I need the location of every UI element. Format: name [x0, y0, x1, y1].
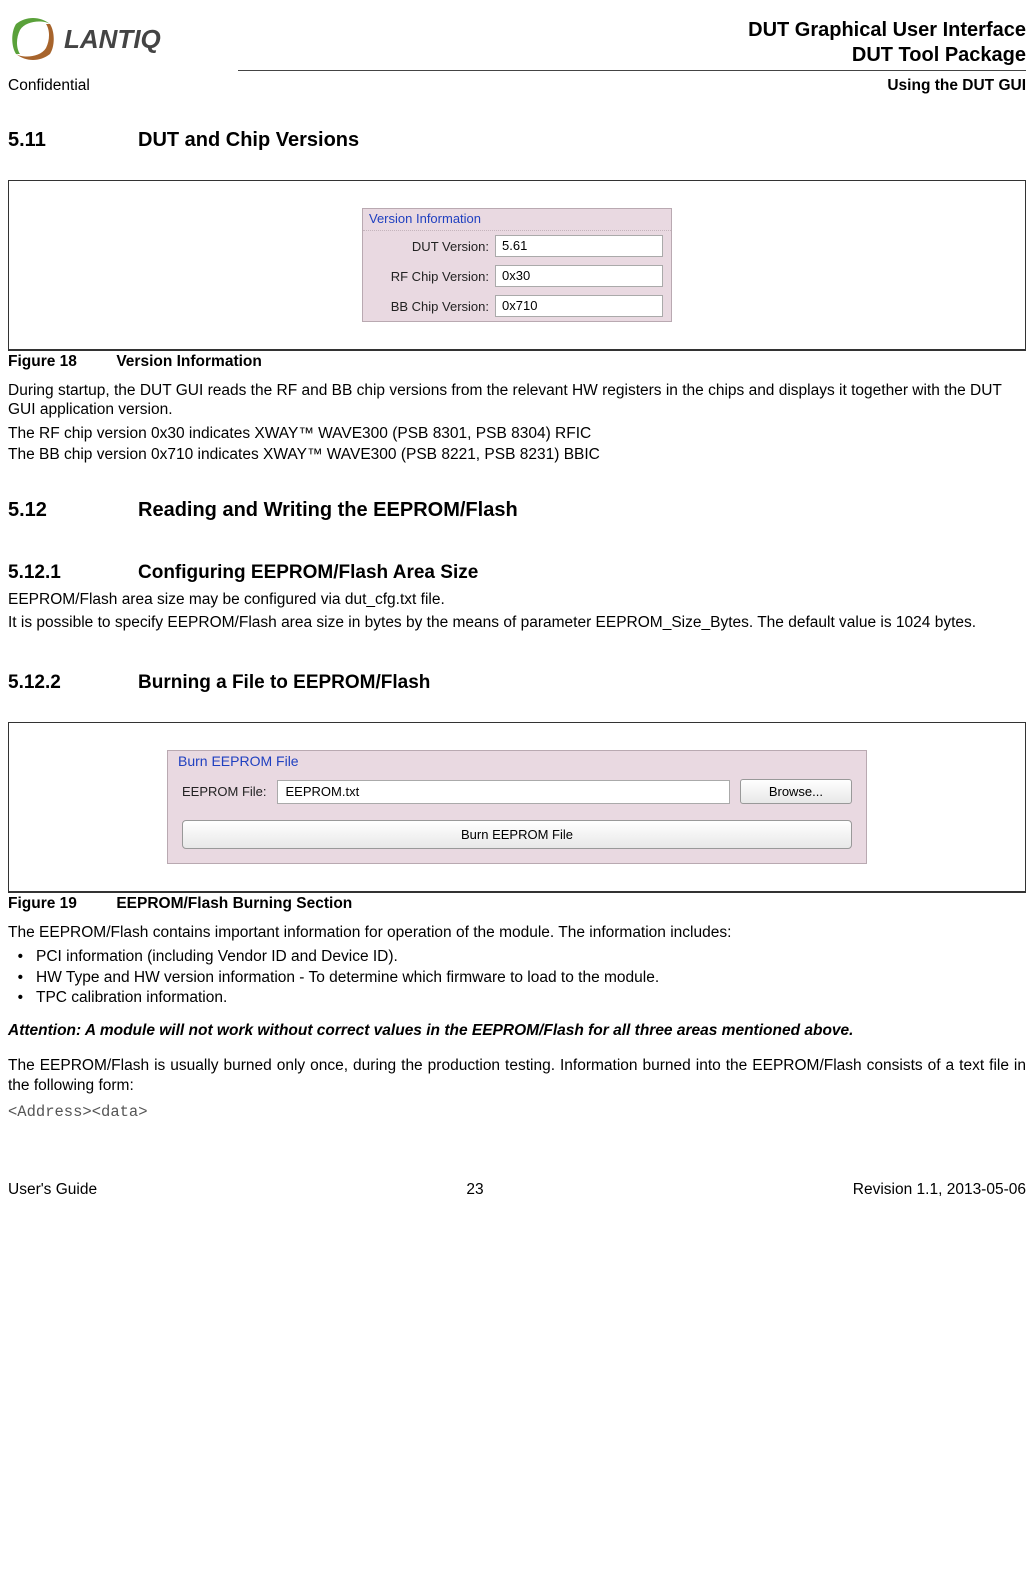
- version-info-panel: Version Information DUT Version: 5.61 RF…: [362, 208, 672, 322]
- figure-19-text: EEPROM/Flash Burning Section: [116, 895, 352, 912]
- browse-button[interactable]: Browse...: [740, 779, 852, 804]
- figure-19-box: Burn EEPROM File EEPROM File: Browse... …: [8, 722, 1026, 892]
- para-5-12-1-2: It is possible to specify EEPROM/Flash a…: [8, 613, 1026, 632]
- heading-5-12-1: 5.12.1 Configuring EEPROM/Flash Area Siz…: [8, 562, 1026, 584]
- page-header: LANTIQ DUT Graphical User Interface DUT …: [8, 18, 1026, 68]
- figure-18-num: Figure 18: [8, 353, 112, 371]
- heading-title: Reading and Writing the EEPROM/Flash: [138, 499, 518, 522]
- page-footer: User's Guide 23 Revision 1.1, 2013-05-06: [8, 1181, 1026, 1199]
- confidential-label: Confidential: [8, 77, 90, 95]
- doc-title-1: DUT Graphical User Interface: [748, 18, 1026, 43]
- burn-eeprom-legend: Burn EEPROM File: [168, 751, 866, 773]
- footer-page-number: 23: [466, 1181, 483, 1199]
- figure-19-caption: Figure 19 EEPROM/Flash Burning Section: [8, 892, 1026, 913]
- para-5-12-1-1: EEPROM/Flash area size may be configured…: [8, 590, 1026, 609]
- subheader: Confidential Using the DUT GUI: [8, 77, 1026, 95]
- eeprom-file-label: EEPROM File:: [182, 784, 267, 799]
- logo: LANTIQ: [8, 18, 228, 60]
- figure-19-num: Figure 19: [8, 895, 112, 913]
- heading-number: 5.12.1: [8, 562, 138, 584]
- version-row-dut: DUT Version: 5.61: [363, 231, 671, 261]
- burn-eeprom-button[interactable]: Burn EEPROM File: [182, 820, 852, 849]
- para-5-11-3: The BB chip version 0x710 indicates XWAY…: [8, 445, 1026, 464]
- chapter-title: Using the DUT GUI: [887, 77, 1026, 95]
- svg-text:LANTIQ: LANTIQ: [64, 24, 161, 54]
- burn-eeprom-panel: Burn EEPROM File EEPROM File: Browse... …: [167, 750, 867, 864]
- attention-note: Attention: A module will not work withou…: [8, 1021, 1026, 1042]
- para-5-12-2-1: The EEPROM/Flash contains important info…: [8, 923, 1026, 942]
- version-row-bb: BB Chip Version: 0x710: [363, 291, 671, 321]
- rf-version-value[interactable]: 0x30: [495, 265, 663, 287]
- code-format: <Address><data>: [8, 1103, 1026, 1121]
- para-5-12-2-2: The EEPROM/Flash is usually burned only …: [8, 1056, 1026, 1095]
- bb-version-value[interactable]: 0x710: [495, 295, 663, 317]
- heading-5-12-2: 5.12.2 Burning a File to EEPROM/Flash: [8, 672, 1026, 694]
- footer-left: User's Guide: [8, 1181, 97, 1199]
- heading-title: Configuring EEPROM/Flash Area Size: [138, 562, 478, 584]
- figure-18-text: Version Information: [116, 353, 262, 370]
- heading-title: Burning a File to EEPROM/Flash: [138, 672, 430, 694]
- header-rule: [8, 70, 1026, 71]
- list-item: TPC calibration information.: [36, 988, 1026, 1009]
- version-row-rf: RF Chip Version: 0x30: [363, 261, 671, 291]
- heading-number: 5.11: [8, 129, 138, 152]
- heading-number: 5.12.2: [8, 672, 138, 694]
- dut-version-value[interactable]: 5.61: [495, 235, 663, 257]
- figure-18-caption: Figure 18 Version Information: [8, 350, 1026, 371]
- para-5-11-2: The RF chip version 0x30 indicates XWAY™…: [8, 424, 1026, 443]
- figure-18-box: Version Information DUT Version: 5.61 RF…: [8, 180, 1026, 350]
- rf-version-label: RF Chip Version:: [371, 269, 489, 284]
- version-info-legend: Version Information: [363, 209, 671, 231]
- doc-title-2: DUT Tool Package: [748, 43, 1026, 68]
- heading-5-12: 5.12 Reading and Writing the EEPROM/Flas…: [8, 499, 1026, 522]
- lantiq-logo-icon: LANTIQ: [8, 18, 228, 60]
- footer-right: Revision 1.1, 2013-05-06: [853, 1181, 1026, 1199]
- heading-title: DUT and Chip Versions: [138, 129, 359, 152]
- bb-version-label: BB Chip Version:: [371, 299, 489, 314]
- heading-number: 5.12: [8, 499, 138, 522]
- para-5-11-1: During startup, the DUT GUI reads the RF…: [8, 381, 1026, 420]
- list-item: PCI information (including Vendor ID and…: [36, 947, 1026, 968]
- dut-version-label: DUT Version:: [371, 239, 489, 254]
- eeprom-file-input[interactable]: [277, 780, 730, 804]
- heading-5-11: 5.11 DUT and Chip Versions: [8, 129, 1026, 152]
- list-item: HW Type and HW version information - To …: [36, 968, 1026, 989]
- burn-eeprom-file-row: EEPROM File: Browse...: [168, 773, 866, 810]
- eeprom-info-list: PCI information (including Vendor ID and…: [36, 947, 1026, 1010]
- header-titles: DUT Graphical User Interface DUT Tool Pa…: [748, 18, 1026, 68]
